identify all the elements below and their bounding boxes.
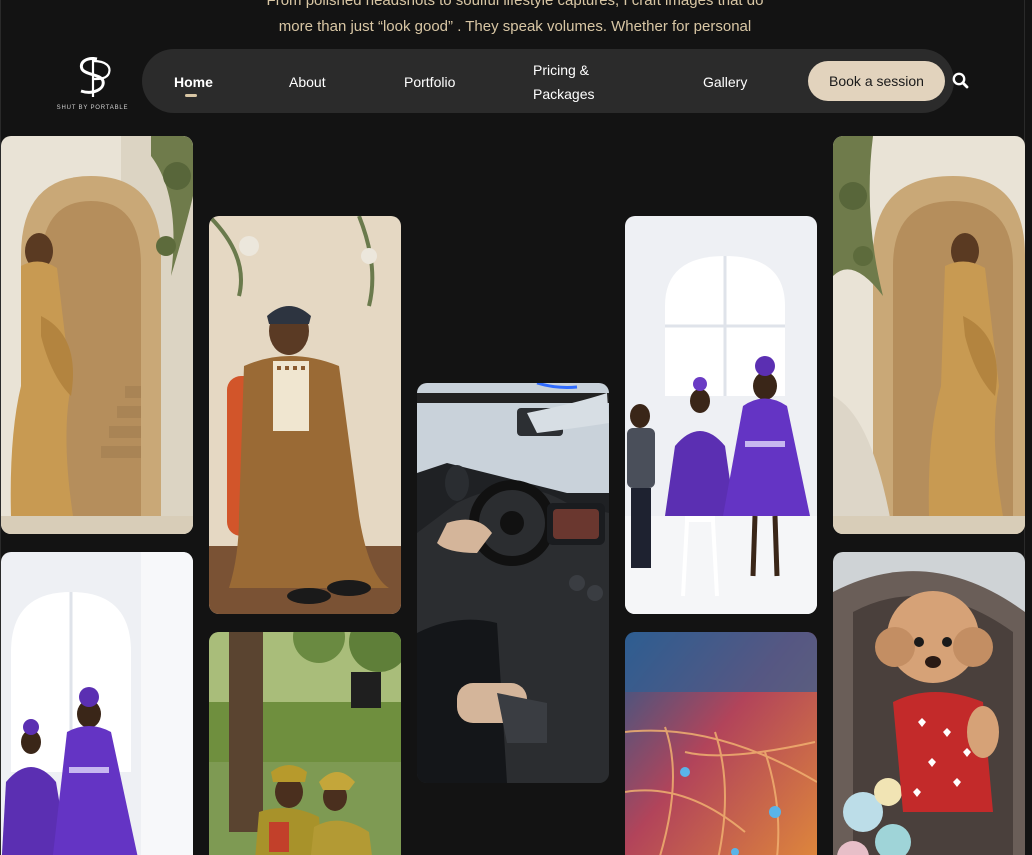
- logo-tagline: SHUT BY PORTABLE: [56, 105, 129, 111]
- brand-logo[interactable]: SHUT BY PORTABLE: [55, 55, 130, 115]
- intro-line-2: more than just “look good” . They speak …: [278, 18, 752, 35]
- nav-gallery[interactable]: Gallery: [703, 70, 747, 94]
- leaf-macro-image: [625, 632, 817, 855]
- couple-park-image: [209, 632, 401, 855]
- photo-bride-arch-left[interactable]: [1, 136, 193, 534]
- children-purple-image: [625, 216, 817, 614]
- intro-line-1: From polished headshots to soulful lifes…: [266, 0, 764, 9]
- book-session-button[interactable]: Book a session: [808, 61, 945, 101]
- bride-arch-image: [1, 136, 193, 534]
- nav-pricing-line-2: Packages: [533, 86, 595, 102]
- bride-arch-right-image: [833, 136, 1025, 534]
- nav-pricing-packages[interactable]: Pricing & Packages: [533, 58, 594, 106]
- photo-children-purple[interactable]: [625, 216, 817, 614]
- nav-home[interactable]: Home: [174, 70, 213, 94]
- logo-monogram-icon: [79, 57, 111, 97]
- nav-pricing-line-1: Pricing &: [533, 62, 590, 78]
- search-button[interactable]: [950, 70, 972, 92]
- photo-bride-arch-right[interactable]: [833, 136, 1025, 534]
- nav-about[interactable]: About: [289, 70, 326, 94]
- search-icon: [952, 72, 969, 89]
- man-agbada-image: [209, 216, 401, 614]
- photo-couple-park[interactable]: [209, 632, 401, 855]
- photo-leaf-macro[interactable]: [625, 632, 817, 855]
- photo-girls-purple[interactable]: [1, 552, 193, 855]
- photo-puppy-sweater[interactable]: [833, 552, 1025, 855]
- puppy-sweater-image: [833, 552, 1025, 855]
- car-interior-image: [417, 383, 609, 783]
- nav-portfolio[interactable]: Portfolio: [404, 70, 455, 94]
- photo-man-agbada[interactable]: [209, 216, 401, 614]
- intro-text: From polished headshots to soulful lifes…: [200, 0, 830, 40]
- photo-car-interior[interactable]: [417, 383, 609, 783]
- girls-purple-image: [1, 552, 193, 855]
- nav-home-active-indicator: [185, 94, 197, 97]
